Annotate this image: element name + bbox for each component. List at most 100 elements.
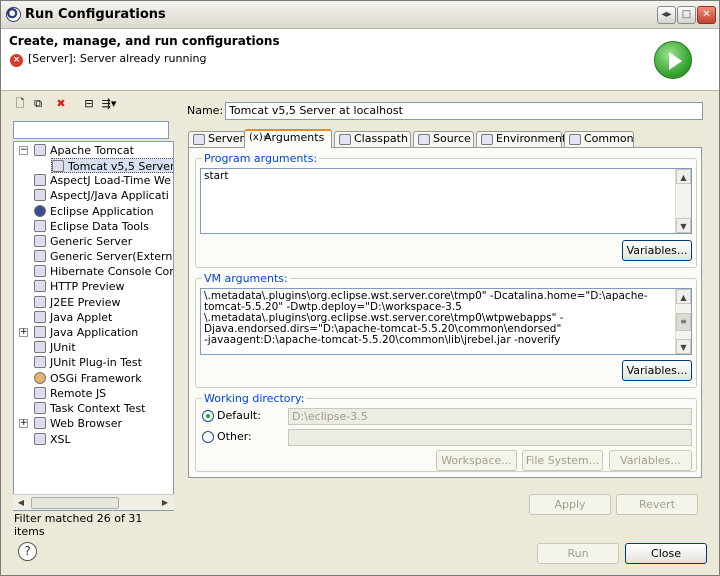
scroll-left-icon[interactable]: ◀ <box>14 496 28 510</box>
program-arguments-group: Program arguments: start ▲ ▼ Variables..… <box>195 152 697 268</box>
new-config-icon[interactable]: 🗋 <box>12 96 28 111</box>
duplicate-config-icon[interactable]: ⧉ <box>30 96 46 111</box>
title-bar: Run Configurations ◂▸ □ ✕ <box>1 1 719 29</box>
scroll-up-icon[interactable]: ▲ <box>676 289 691 304</box>
minimize-button[interactable]: ◂▸ <box>657 6 676 24</box>
tab-classpath[interactable]: Classpath <box>334 131 411 147</box>
expand-toggle[interactable]: + <box>19 328 28 337</box>
filter-input[interactable] <box>13 121 169 139</box>
tree-item-generic-server[interactable]: Generic Server <box>34 234 132 249</box>
tab-source[interactable]: Source <box>413 131 474 147</box>
tree-item-hibernate-console[interactable]: Hibernate Console Cor <box>34 264 173 279</box>
tree-horizontal-scrollbar[interactable]: ◀ ▶ <box>13 494 174 510</box>
other-label: Other: <box>217 430 252 443</box>
default-label: Default: <box>217 409 261 422</box>
program-arguments-scrollbar[interactable]: ▲ ▼ <box>675 169 691 233</box>
scroll-down-icon[interactable]: ▼ <box>676 218 691 233</box>
tree-item-xsl[interactable]: XSL <box>34 432 71 447</box>
tree-item-remote-js[interactable]: Remote JS <box>34 386 106 401</box>
file-system-button[interactable]: File System... <box>522 450 603 471</box>
server-icon <box>34 250 46 262</box>
scroll-thumb[interactable]: ≡ <box>676 313 691 331</box>
tree-item-web-browser[interactable]: Web Browser <box>34 416 122 431</box>
tree-item-generic-server-external[interactable]: Generic Server(Externa <box>34 249 173 264</box>
program-variables-button[interactable]: Variables... <box>622 240 692 261</box>
scroll-up-icon[interactable]: ▲ <box>676 169 691 184</box>
other-radio[interactable] <box>202 431 214 443</box>
tree-item-java-application[interactable]: Java Application <box>34 325 138 340</box>
junit-icon <box>34 356 46 368</box>
config-tree: − Apache Tomcat Tomcat v5,5 Server Aspec… <box>13 141 174 511</box>
arguments-icon: (x)= <box>249 132 272 143</box>
program-arguments-field[interactable]: start ▲ ▼ <box>200 168 692 234</box>
working-directory-group: Working directory: Default: D:\eclipse-3… <box>195 392 697 472</box>
vm-arguments-scrollbar[interactable]: ▲ ≡ ▼ <box>675 289 691 354</box>
tree-item-j2ee-preview[interactable]: J2EE Preview <box>34 295 120 310</box>
collapse-all-icon[interactable]: ⊟ <box>81 96 97 111</box>
default-directory-field: D:\eclipse-3.5 <box>288 408 692 425</box>
error-icon: × <box>10 54 23 67</box>
name-field[interactable]: Tomcat v5,5 Server at localhost <box>225 102 703 120</box>
maximize-button[interactable]: □ <box>677 6 696 24</box>
apply-button[interactable]: Apply <box>529 494 611 515</box>
tree-item-eclipse-data-tools[interactable]: Eclipse Data Tools <box>34 219 149 234</box>
workspace-button[interactable]: Workspace... <box>436 450 517 471</box>
tree-item-apache-tomcat[interactable]: Apache Tomcat <box>34 143 134 158</box>
vm-arguments-field[interactable]: \.metadata\.plugins\org.eclipse.wst.serv… <box>200 288 692 355</box>
expand-toggle[interactable]: + <box>19 419 28 428</box>
other-directory-field[interactable] <box>288 429 692 446</box>
tab-environment[interactable]: Environment <box>476 131 566 147</box>
working-dir-variables-button[interactable]: Variables... <box>609 450 692 471</box>
close-button[interactable]: Close <box>625 543 707 564</box>
vm-variables-button[interactable]: Variables... <box>622 360 692 381</box>
config-type-panel: 🗋 ⧉ ✖ ⊟ ⇶▾ − Apache Tomcat Tomcat v5,5 S… <box>8 93 174 538</box>
tab-server[interactable]: Server <box>188 131 245 147</box>
close-window-button[interactable]: ✕ <box>697 6 716 24</box>
tree-item-aspectj-java[interactable]: AspectJ/Java Applicati <box>34 188 169 203</box>
filter-match-count: Filter matched 26 of 31 items <box>14 512 143 538</box>
tree-item-aspectj-load-time[interactable]: AspectJ Load-Time We <box>34 173 171 188</box>
scroll-thumb[interactable] <box>31 497 119 509</box>
dialog-header: Create, manage, and run configurations ×… <box>1 29 719 91</box>
working-directory-label: Working directory: <box>202 392 307 405</box>
collapse-toggle[interactable]: − <box>19 146 28 155</box>
tree-item-java-applet[interactable]: Java Applet <box>34 310 112 325</box>
tree-item-eclipse-application[interactable]: Eclipse Application <box>34 204 154 219</box>
tree-item-osgi-framework[interactable]: OSGi Framework <box>34 371 142 386</box>
tree-item-tomcat-v55-server[interactable]: Tomcat v5,5 Server <box>51 158 173 173</box>
tab-arguments[interactable]: (x)= Arguments <box>244 129 332 148</box>
classpath-icon <box>339 134 351 145</box>
tree-item-junit-plugin-test[interactable]: JUnit Plug-in Test <box>34 355 142 370</box>
run-configurations-dialog: Run Configurations ◂▸ □ ✕ Create, manage… <box>0 0 720 576</box>
xsl-icon <box>34 433 46 445</box>
vm-arguments-label: VM arguments: <box>202 272 290 285</box>
scroll-down-icon[interactable]: ▼ <box>676 339 691 354</box>
tab-common[interactable]: Common <box>564 131 634 147</box>
tree-item-task-context-test[interactable]: Task Context Test <box>34 401 146 416</box>
help-icon[interactable]: ? <box>18 542 37 561</box>
source-icon <box>418 134 430 145</box>
aspectj-icon <box>34 174 46 186</box>
server-icon <box>34 144 46 156</box>
run-button[interactable]: Run <box>537 543 619 564</box>
applet-icon <box>34 311 46 323</box>
java-app-icon <box>34 326 46 338</box>
default-radio[interactable] <box>202 410 214 422</box>
tree-item-junit[interactable]: JUnit <box>34 340 76 355</box>
environment-icon <box>481 134 493 145</box>
tree-item-http-preview[interactable]: HTTP Preview <box>34 279 124 294</box>
server-icon <box>34 387 46 399</box>
browser-icon <box>34 417 46 429</box>
revert-button[interactable]: Revert <box>616 494 698 515</box>
database-icon <box>34 220 46 232</box>
server-icon <box>34 280 46 292</box>
delete-config-icon[interactable]: ✖ <box>53 96 69 111</box>
scroll-right-icon[interactable]: ▶ <box>158 496 172 510</box>
osgi-icon <box>34 372 46 384</box>
arguments-tab-content: Program arguments: start ▲ ▼ Variables..… <box>188 147 702 478</box>
hibernate-icon <box>34 265 46 277</box>
eclipse-app-icon <box>34 205 46 217</box>
filter-menu-icon[interactable]: ⇶▾ <box>101 96 117 111</box>
aspectj-icon <box>34 189 46 201</box>
status-message: [Server]: Server already running <box>28 52 207 65</box>
